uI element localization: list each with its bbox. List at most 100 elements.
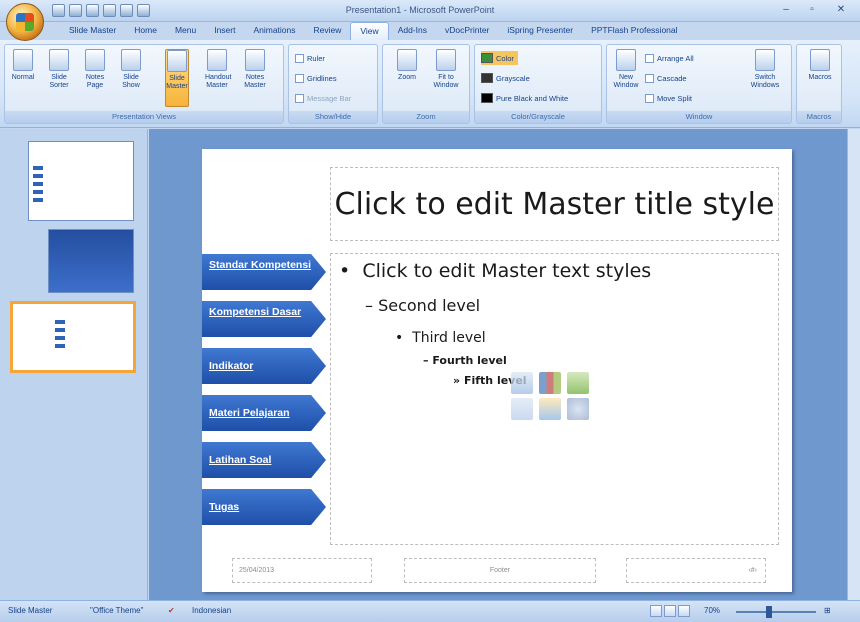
title-layout-thumbnail[interactable] xyxy=(48,229,134,293)
body-placeholder[interactable]: • Click to edit Master text styles – Sec… xyxy=(330,253,779,545)
selected-layout-thumbnail[interactable] xyxy=(10,301,136,373)
spelling-check-icon[interactable]: ✔ xyxy=(168,606,175,615)
tab-home[interactable]: Home xyxy=(125,22,166,40)
slide-show-button[interactable]: Slide Show xyxy=(119,49,143,107)
vertical-scrollbar[interactable] xyxy=(847,129,860,600)
tab-review[interactable]: Review xyxy=(305,22,351,40)
content-insert-icons xyxy=(511,372,589,420)
insert-media-icon[interactable] xyxy=(567,398,589,420)
normal-view-button[interactable]: Normal xyxy=(11,49,35,107)
tab-ispring-presenter[interactable]: iSpring Presenter xyxy=(498,22,582,40)
presentation-views-label: Presentation Views xyxy=(5,111,283,123)
tab-add-ins[interactable]: Add-Ins xyxy=(389,22,436,40)
nav-button-standar-kompetensi[interactable]: Standar Kompetensi xyxy=(202,254,326,290)
tab-menu[interactable]: Menu xyxy=(166,22,205,40)
date-placeholder[interactable]: 25/04/2013 xyxy=(232,558,372,583)
window-title: Presentation1 - Microsoft PowerPoint xyxy=(345,5,495,15)
tab-slide-master[interactable]: Slide Master xyxy=(60,22,125,40)
arrange-all-icon xyxy=(645,53,654,63)
slide-editing-area: Click to edit Master title style Standar… xyxy=(149,129,847,600)
switch-windows-icon xyxy=(755,49,775,71)
office-button[interactable] xyxy=(6,3,44,41)
zoom-button[interactable]: Zoom xyxy=(395,49,419,107)
footer-placeholder[interactable]: Footer xyxy=(404,558,596,583)
tab-view[interactable]: View xyxy=(350,22,389,40)
zoom-level[interactable]: 70% xyxy=(704,606,720,615)
slide-master-thumbnail[interactable] xyxy=(28,141,134,221)
cascade-icon xyxy=(645,73,654,83)
thumb-nav-mark xyxy=(33,174,43,178)
nav-button-indikator[interactable]: Indikator xyxy=(202,348,326,384)
magnifier-icon xyxy=(397,49,417,71)
macros-group: Macros Macros xyxy=(796,44,842,124)
macros-group-label: Macros xyxy=(797,111,841,123)
customize-qat-icon[interactable] xyxy=(137,4,150,17)
insert-table-icon[interactable] xyxy=(511,372,533,394)
slide-sorter-button[interactable]: Slide Sorter xyxy=(47,49,71,107)
text-level-2: – Second level xyxy=(365,296,481,315)
cascade-button[interactable]: Cascade xyxy=(645,71,687,85)
message-bar-checkbox[interactable]: Message Bar xyxy=(295,91,351,105)
message-bar-check-icon xyxy=(295,93,304,103)
close-button[interactable]: ✕ xyxy=(826,2,856,17)
quick-access-toolbar xyxy=(52,4,150,17)
tab-insert[interactable]: Insert xyxy=(205,22,244,40)
show-hide-label: Show/Hide xyxy=(289,111,377,123)
slide-number-placeholder[interactable]: ‹#› xyxy=(626,558,766,583)
ruler-checkbox[interactable]: Ruler xyxy=(295,51,325,65)
switch-windows-button[interactable]: Switch Windows xyxy=(745,49,785,107)
thumb-nav-mark xyxy=(33,190,43,194)
status-language[interactable]: Indonesian xyxy=(192,606,231,615)
nav-button-kompetensi-dasar[interactable]: Kompetensi Dasar xyxy=(202,301,326,337)
undo-icon[interactable] xyxy=(69,4,82,17)
notes-page-button[interactable]: Notes Page xyxy=(83,49,107,107)
notes-master-button[interactable]: Notes Master xyxy=(243,49,267,107)
save-icon[interactable] xyxy=(52,4,65,17)
tab-animations[interactable]: Animations xyxy=(244,22,304,40)
insert-clip-art-icon[interactable] xyxy=(539,398,561,420)
maximize-button[interactable]: ▫ xyxy=(800,2,824,17)
new-window-button[interactable]: New Window xyxy=(613,49,639,107)
color-swatch-icon xyxy=(481,53,493,63)
zoom-group: Zoom Fit to Window Zoom xyxy=(382,44,470,124)
redo-icon[interactable] xyxy=(86,4,99,17)
slideshow-view-shortcut-icon[interactable] xyxy=(678,605,690,617)
tab-pptflash-professional[interactable]: PPTFlash Professional xyxy=(582,22,686,40)
nav-button-materi-pelajaran[interactable]: Materi Pelajaran xyxy=(202,395,326,431)
status-bar: Slide Master "Office Theme" ✔ Indonesian… xyxy=(0,600,860,622)
fit-to-window-button[interactable]: Fit to Window xyxy=(431,49,461,107)
title-placeholder[interactable]: Click to edit Master title style xyxy=(330,167,779,241)
tab-vdocprinter[interactable]: vDocPrinter xyxy=(436,22,498,40)
color-button[interactable]: Color xyxy=(481,51,518,65)
print-icon[interactable] xyxy=(103,4,116,17)
nav-button-latihan-soal[interactable]: Latihan Soal xyxy=(202,442,326,478)
fit-slide-icon[interactable]: ⊞ xyxy=(824,606,831,615)
thumb-nav-mark xyxy=(55,344,65,348)
title-bar: Presentation1 - Microsoft PowerPoint – ▫… xyxy=(0,0,860,22)
color-grayscale-label: Color/Grayscale xyxy=(475,111,601,123)
master-slide: Click to edit Master title style Standar… xyxy=(202,149,792,592)
zoom-slider-thumb[interactable] xyxy=(766,606,772,618)
thumb-nav-mark xyxy=(55,328,65,332)
move-split-icon xyxy=(645,93,654,103)
insert-picture-icon[interactable] xyxy=(511,398,533,420)
status-theme: "Office Theme" xyxy=(90,606,144,615)
slide-master-button[interactable]: Slide Master xyxy=(165,49,189,107)
gridlines-checkbox[interactable]: Gridlines xyxy=(295,71,337,85)
nav-button-tugas[interactable]: Tugas xyxy=(202,489,326,525)
normal-view-shortcut-icon[interactable] xyxy=(650,605,662,617)
show-hide-group: Ruler Gridlines Message Bar Show/Hide xyxy=(288,44,378,124)
move-split-button[interactable]: Move Split xyxy=(645,91,692,105)
minimize-button[interactable]: – xyxy=(774,2,798,17)
arrange-all-button[interactable]: Arrange All xyxy=(645,51,694,65)
insert-chart-icon[interactable] xyxy=(539,372,561,394)
grayscale-button[interactable]: Grayscale xyxy=(481,71,530,85)
office-logo-icon xyxy=(16,13,34,31)
macros-button[interactable]: Macros xyxy=(805,49,835,107)
pure-black-white-button[interactable]: Pure Black and White xyxy=(481,91,568,105)
zoom-slider-track[interactable] xyxy=(736,611,816,613)
insert-smartart-icon[interactable] xyxy=(567,372,589,394)
sorter-view-shortcut-icon[interactable] xyxy=(664,605,676,617)
handout-master-button[interactable]: Handout Master xyxy=(205,49,231,107)
preview-icon[interactable] xyxy=(120,4,133,17)
